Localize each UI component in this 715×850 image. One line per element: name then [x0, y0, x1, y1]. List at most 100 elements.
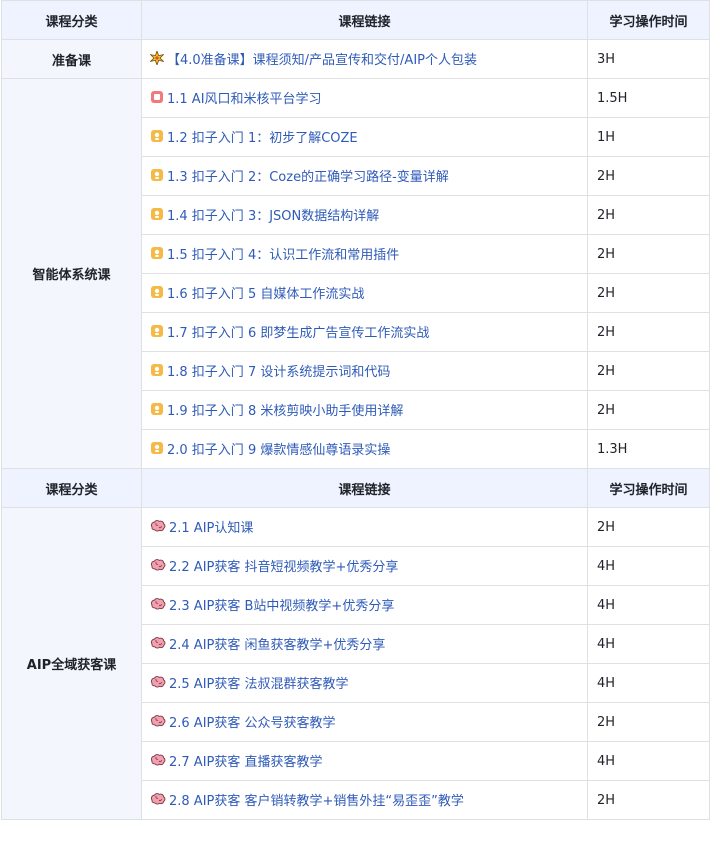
header-category: 课程分类 — [1, 468, 142, 508]
header-link: 课程链接 — [141, 468, 588, 508]
course-link[interactable]: 1.3 扣子入门 2：Coze的正确学习路径-变量详解 — [150, 166, 449, 185]
course-link-cell: 1.6 扣子入门 5 自媒体工作流实战 — [141, 273, 588, 313]
course-table: 课程分类 课程链接 学习操作时间 准备课 【4.0准备课】课程须知/产品宣传和交付/AI… — [1, 0, 710, 820]
study-time-cell: 2H — [587, 507, 710, 547]
course-link-label: 2.0 扣子入门 9 爆款情感仙尊语录实操 — [167, 442, 391, 458]
course-link-cell: 2.8 AIP获客 客户销转教学+销售外挂“易歪歪”教学 — [141, 780, 588, 820]
yellow-badge-icon — [150, 129, 164, 143]
study-time-cell: 1.5H — [587, 78, 710, 118]
course-link[interactable]: 2.5 AIP获客 法叔混群获客教学 — [150, 673, 349, 692]
study-time-cell: 2H — [587, 234, 710, 274]
course-link-label: 1.1 AI风口和米核平台学习 — [167, 91, 322, 107]
header-time: 学习操作时间 — [587, 468, 710, 508]
course-link[interactable]: 2.4 AIP获客 闲鱼获客教学+优秀分享 — [150, 634, 385, 653]
study-time-cell: 2H — [587, 702, 710, 742]
course-link-cell: 2.7 AIP获客 直播获客教学 — [141, 741, 588, 781]
study-time-cell: 2H — [587, 780, 710, 820]
course-link[interactable]: 2.2 AIP获客 抖音短视频教学+优秀分享 — [150, 556, 398, 575]
yellow-badge-icon — [150, 324, 164, 338]
study-time-cell: 4H — [587, 546, 710, 586]
course-link[interactable]: 2.7 AIP获客 直播获客教学 — [150, 751, 323, 770]
brain-icon — [150, 675, 166, 689]
study-time-cell: 2H — [587, 195, 710, 235]
study-time-cell: 2H — [587, 156, 710, 196]
course-link[interactable]: 1.5 扣子入门 4：认识工作流和常用插件 — [150, 244, 399, 263]
course-link-label: 2.3 AIP获客 B站中视频教学+优秀分享 — [169, 598, 395, 614]
yellow-badge-icon — [150, 285, 164, 299]
course-link-label: 2.1 AIP认知课 — [169, 520, 254, 536]
course-link[interactable]: 1.7 扣子入门 6 即梦生成广告宣传工作流实战 — [150, 322, 429, 341]
category-cell-aip: AIP全域获客课 — [1, 507, 142, 820]
course-link[interactable]: 1.9 扣子入门 8 米核剪映小助手使用详解 — [150, 400, 403, 419]
course-link-cell: 1.1 AI风口和米核平台学习 — [141, 78, 588, 118]
course-link-label: 1.7 扣子入门 6 即梦生成广告宣传工作流实战 — [167, 325, 430, 341]
course-link-cell: 1.4 扣子入门 3：JSON数据结构详解 — [141, 195, 588, 235]
course-link-cell: 2.4 AIP获客 闲鱼获客教学+优秀分享 — [141, 624, 588, 664]
course-link-label: 1.3 扣子入门 2：Coze的正确学习路径-变量详解 — [167, 169, 449, 185]
yellow-badge-icon — [150, 402, 164, 416]
course-link-label: 2.5 AIP获客 法叔混群获客教学 — [169, 676, 349, 692]
study-time-cell: 2H — [587, 312, 710, 352]
brain-icon — [150, 714, 166, 728]
study-time-cell: 4H — [587, 741, 710, 781]
study-time-cell: 4H — [587, 624, 710, 664]
brain-icon — [150, 597, 166, 611]
brain-icon — [150, 519, 166, 533]
study-time-cell: 2H — [587, 273, 710, 313]
study-time-cell: 3H — [587, 39, 710, 79]
brain-icon — [150, 558, 166, 572]
course-link-label: 2.8 AIP获客 客户销转教学+销售外挂“易歪歪”教学 — [169, 793, 464, 809]
yellow-badge-icon — [150, 168, 164, 182]
course-link-label: 2.4 AIP获客 闲鱼获客教学+优秀分享 — [169, 637, 386, 653]
course-link-cell: 2.0 扣子入门 9 爆款情感仙尊语录实操 — [141, 429, 588, 469]
course-link[interactable]: 2.3 AIP获客 B站中视频教学+优秀分享 — [150, 595, 394, 614]
yellow-badge-icon — [150, 441, 164, 455]
course-link-label: 2.7 AIP获客 直播获客教学 — [169, 754, 323, 770]
course-link[interactable]: 2.0 扣子入门 9 爆款情感仙尊语录实操 — [150, 439, 390, 458]
category-cell-agent: 智能体系统课 — [1, 78, 142, 469]
yellow-badge-icon — [150, 246, 164, 260]
course-link[interactable]: 1.8 扣子入门 7 设计系统提示词和代码 — [150, 361, 390, 380]
brain-icon — [150, 636, 166, 650]
course-link[interactable]: 2.1 AIP认知课 — [150, 517, 253, 536]
study-time-cell: 1.3H — [587, 429, 710, 469]
course-link[interactable]: 【4.0准备课】课程须知/产品宣传和交付/AIP个人包装 — [150, 49, 477, 68]
course-link[interactable]: 1.2 扣子入门 1：初步了解COZE — [150, 127, 358, 146]
red-badge-icon — [150, 90, 164, 104]
course-link-label: 2.2 AIP获客 抖音短视频教学+优秀分享 — [169, 559, 399, 575]
course-link-label: 2.6 AIP获客 公众号获客教学 — [169, 715, 336, 731]
course-link-cell: 1.8 扣子入门 7 设计系统提示词和代码 — [141, 351, 588, 391]
course-link[interactable]: 2.8 AIP获客 客户销转教学+销售外挂“易歪歪”教学 — [150, 790, 464, 809]
course-link-cell: 1.3 扣子入门 2：Coze的正确学习路径-变量详解 — [141, 156, 588, 196]
course-link-cell: 2.5 AIP获客 法叔混群获客教学 — [141, 663, 588, 703]
course-link-cell: 1.7 扣子入门 6 即梦生成广告宣传工作流实战 — [141, 312, 588, 352]
header-link: 课程链接 — [141, 0, 588, 40]
header-time: 学习操作时间 — [587, 0, 710, 40]
course-link-cell: 1.5 扣子入门 4：认识工作流和常用插件 — [141, 234, 588, 274]
course-link-label: 1.5 扣子入门 4：认识工作流和常用插件 — [167, 247, 400, 263]
yellow-badge-icon — [150, 363, 164, 377]
yellow-badge-icon — [150, 207, 164, 221]
table-row: 智能体系统课 1.1 AI风口和米核平台学习 1.5H — [1, 78, 710, 469]
table-header-row: 课程分类 课程链接 学习操作时间 — [1, 0, 710, 40]
course-link-cell: 【4.0准备课】课程须知/产品宣传和交付/AIP个人包装 — [141, 39, 588, 79]
course-link-label: 1.8 扣子入门 7 设计系统提示词和代码 — [167, 364, 391, 380]
course-link-label: 1.9 扣子入门 8 米核剪映小助手使用详解 — [167, 403, 404, 419]
sparkle-icon — [150, 51, 164, 66]
course-link-cell: 2.2 AIP获客 抖音短视频教学+优秀分享 — [141, 546, 588, 586]
course-link[interactable]: 1.4 扣子入门 3：JSON数据结构详解 — [150, 205, 379, 224]
course-link[interactable]: 1.6 扣子入门 5 自媒体工作流实战 — [150, 283, 364, 302]
course-link-cell: 2.1 AIP认知课 — [141, 507, 588, 547]
study-time-cell: 4H — [587, 663, 710, 703]
course-link[interactable]: 1.1 AI风口和米核平台学习 — [150, 88, 322, 107]
category-cell-prep: 准备课 — [1, 39, 142, 79]
course-link-cell: 2.3 AIP获客 B站中视频教学+优秀分享 — [141, 585, 588, 625]
study-time-cell: 2H — [587, 351, 710, 391]
course-link-cell: 1.9 扣子入门 8 米核剪映小助手使用详解 — [141, 390, 588, 430]
brain-icon — [150, 753, 166, 767]
table-header-row: 课程分类 课程链接 学习操作时间 — [1, 468, 710, 508]
course-link-cell: 1.2 扣子入门 1：初步了解COZE — [141, 117, 588, 157]
course-link[interactable]: 2.6 AIP获客 公众号获客教学 — [150, 712, 336, 731]
header-category: 课程分类 — [1, 0, 142, 40]
course-link-label: 1.2 扣子入门 1：初步了解COZE — [167, 130, 358, 146]
